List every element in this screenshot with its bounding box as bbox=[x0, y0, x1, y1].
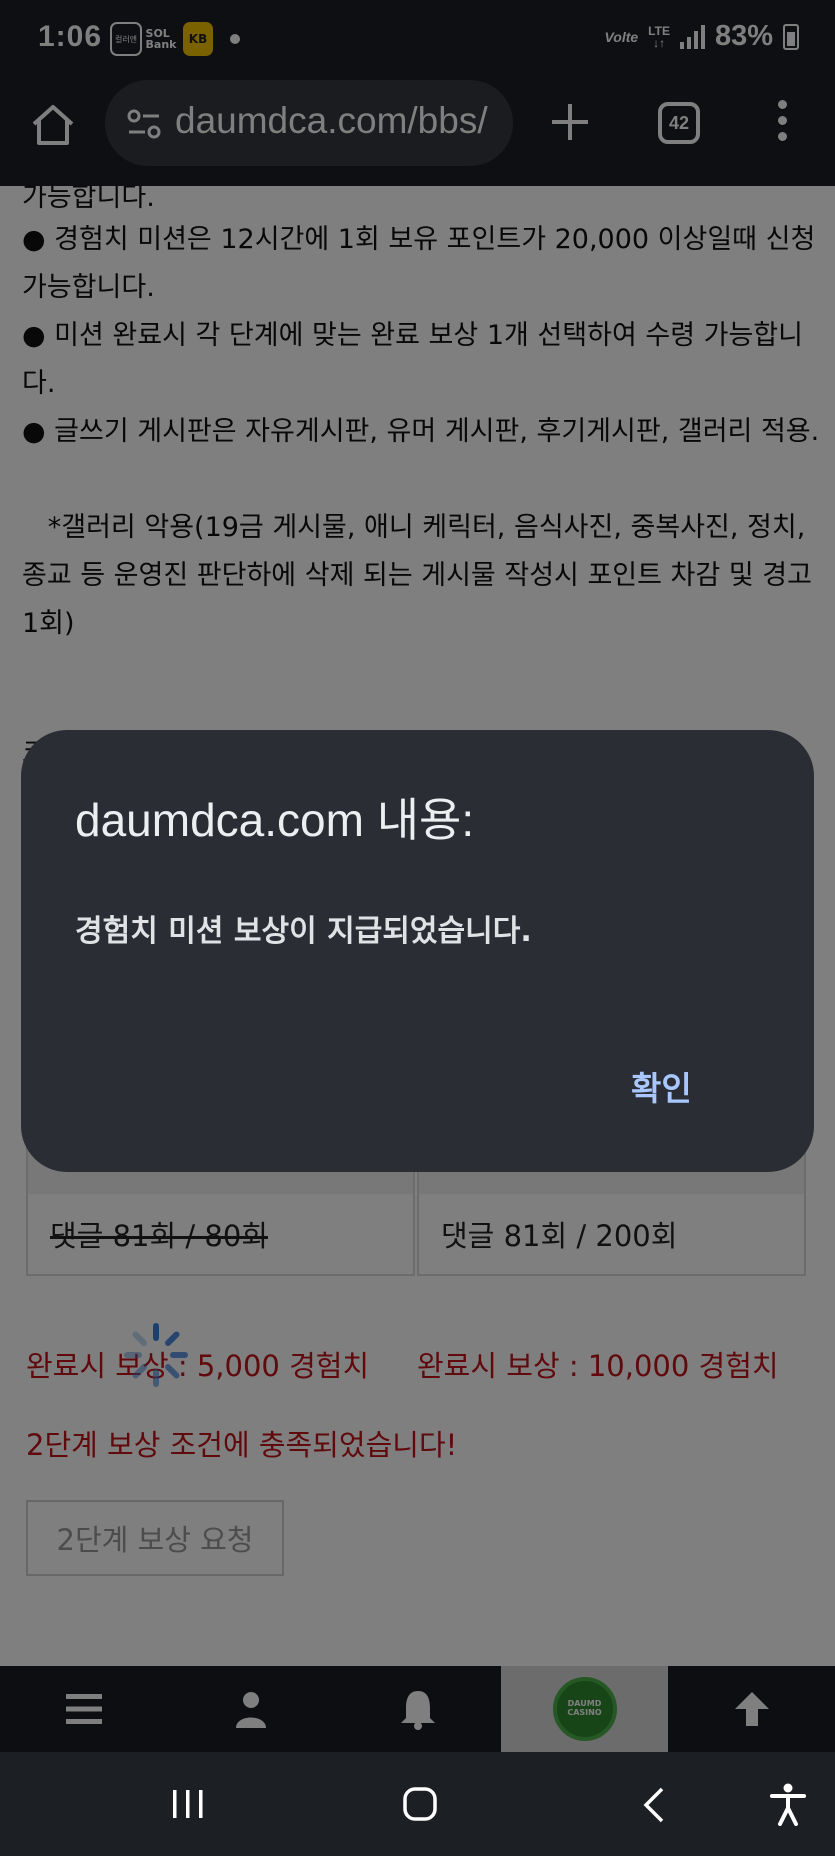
accessibility-icon[interactable] bbox=[768, 1782, 808, 1830]
recent-apps-icon[interactable] bbox=[170, 1788, 206, 1824]
dialog-title: daumdca.com 내용: bbox=[75, 794, 475, 846]
alert-dialog: daumdca.com 내용: 경험치 미션 보상이 지급되었습니다. 확인 bbox=[21, 730, 814, 1172]
confirm-button[interactable]: 확인 bbox=[631, 1062, 692, 1110]
dialog-message: 경험치 미션 보상이 지급되었습니다. bbox=[75, 914, 532, 949]
system-nav-bar bbox=[0, 1752, 835, 1856]
home-nav-icon[interactable] bbox=[402, 1786, 438, 1826]
back-icon[interactable] bbox=[640, 1786, 668, 1828]
